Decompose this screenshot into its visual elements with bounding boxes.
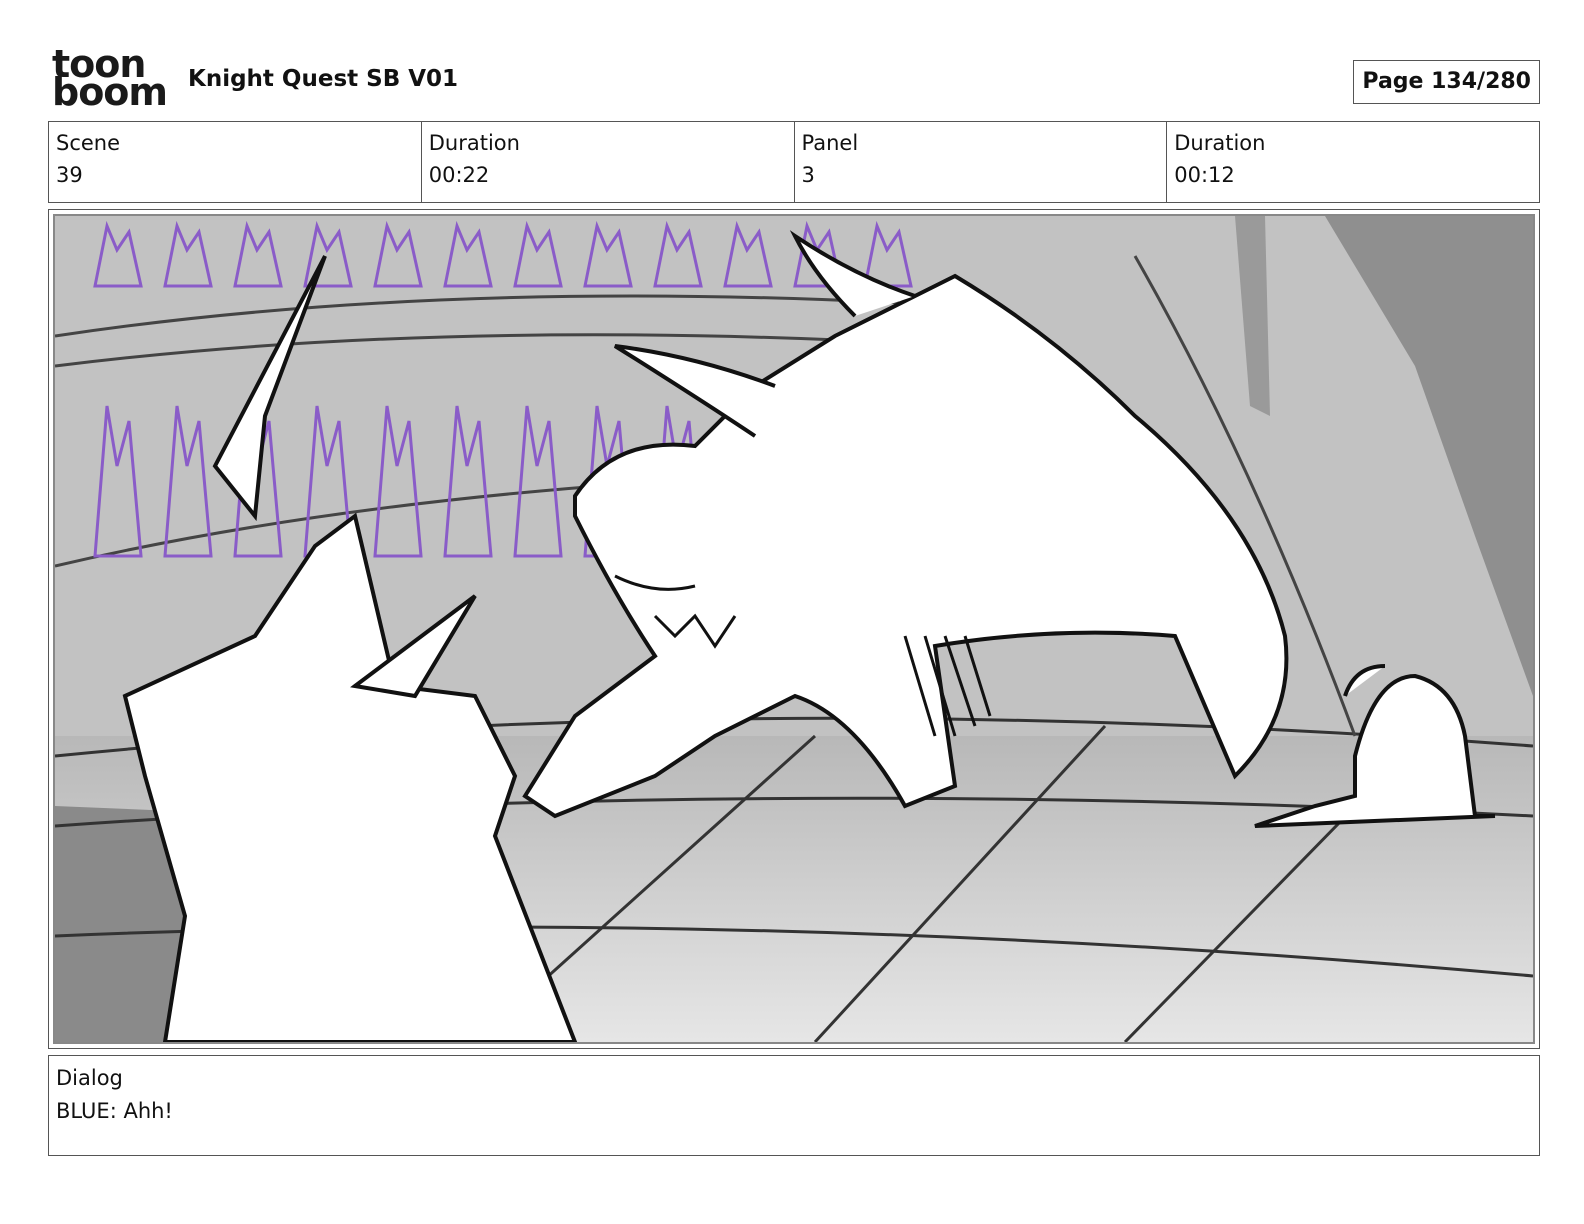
toon-boom-logo: toon boom	[52, 45, 168, 114]
page-number-badge: Page 134/280	[1353, 60, 1540, 104]
sketch-drawing	[55, 216, 1533, 1042]
panel-duration-label: Duration	[1174, 131, 1266, 155]
logo-line-2: boom	[52, 70, 168, 114]
panel-cell: Panel 3	[795, 122, 1168, 202]
panel-frame	[48, 209, 1540, 1049]
dialog-text: BLUE: Ahh!	[56, 1099, 173, 1123]
document-title: Knight Quest SB V01	[188, 66, 459, 92]
scene-cell: Scene 39	[49, 122, 422, 202]
scene-duration-label: Duration	[428, 131, 520, 155]
panel-label: Panel	[801, 131, 859, 155]
dialog-label: Dialog	[56, 1066, 123, 1090]
panel-duration-cell: Duration 00:12	[1167, 122, 1539, 202]
panel-value: 3	[801, 163, 815, 187]
storyboard-sketch	[53, 214, 1535, 1044]
scene-duration-value: 00:22	[428, 163, 490, 187]
scene-value: 39	[56, 163, 83, 187]
panel-duration-value: 00:12	[1174, 163, 1235, 187]
dialog-box: Dialog BLUE: Ahh!	[48, 1055, 1540, 1156]
scene-duration-cell: Duration 00:22	[422, 122, 795, 202]
scene-info-row: Scene 39 Duration 00:22 Panel 3 Duration…	[48, 121, 1540, 203]
scene-label: Scene	[56, 131, 121, 155]
storyboard-header: toon boom Knight Quest SB V01 Page 134/2…	[48, 44, 1540, 114]
